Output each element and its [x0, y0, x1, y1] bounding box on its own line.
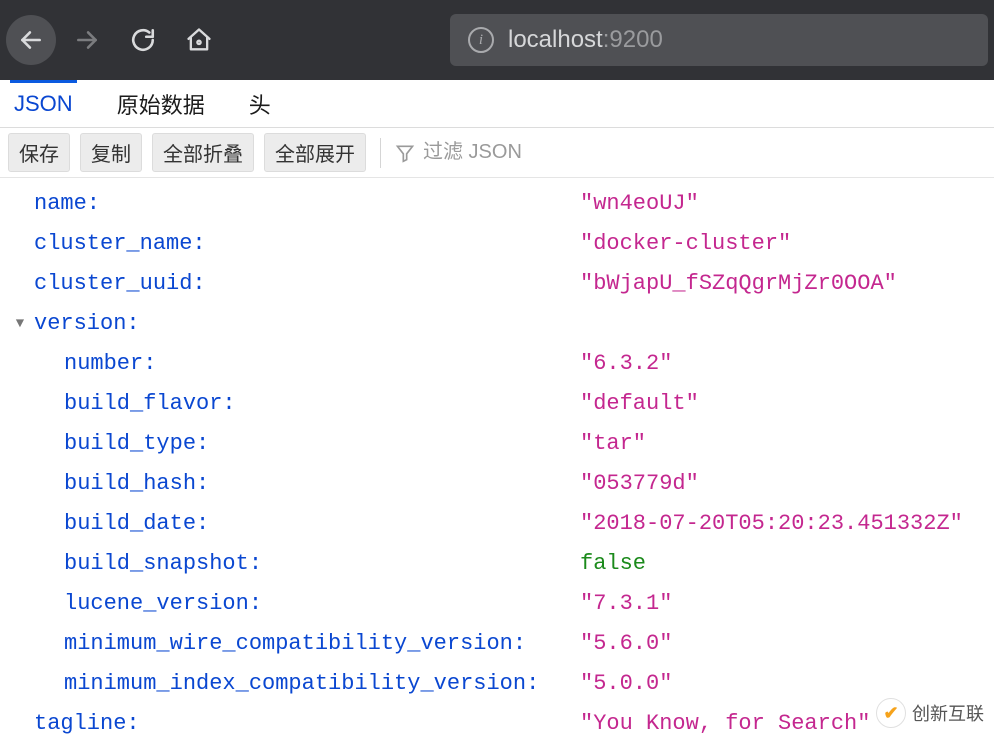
- collapse-all-button[interactable]: 全部折叠: [152, 133, 254, 172]
- filter-box: [395, 141, 643, 164]
- json-value: "5.6.0": [580, 624, 672, 664]
- url-host: localhost: [508, 26, 603, 53]
- json-value: false: [580, 544, 646, 584]
- json-value: "default": [580, 384, 699, 424]
- json-key: name:: [34, 184, 580, 224]
- json-row[interactable]: build_snapshot:false: [6, 544, 994, 584]
- json-key: lucene_version:: [64, 584, 580, 624]
- forward-button[interactable]: [62, 15, 112, 65]
- json-row[interactable]: ▼version:: [6, 304, 994, 344]
- filter-icon: [395, 143, 415, 163]
- tab-raw[interactable]: 原始数据: [113, 80, 209, 127]
- json-key: build_hash:: [64, 464, 580, 504]
- expand-caret-icon[interactable]: ▼: [6, 304, 34, 344]
- json-row[interactable]: build_type:"tar": [6, 424, 994, 464]
- viewer-toolbar: 保存 复制 全部折叠 全部展开: [0, 128, 994, 178]
- expand-caret-icon: [6, 424, 34, 464]
- json-key: build_date:: [64, 504, 580, 544]
- json-value: "tar": [580, 424, 646, 464]
- json-row[interactable]: build_hash:"053779d": [6, 464, 994, 504]
- json-value: "bWjapU_fSZqQgrMjZr0OOA": [580, 264, 897, 304]
- expand-caret-icon: [6, 504, 34, 544]
- watermark: ✔ 创新互联: [876, 698, 984, 728]
- expand-caret-icon: [6, 664, 34, 704]
- watermark-text: 创新互联: [912, 700, 984, 726]
- json-value: "docker-cluster": [580, 224, 791, 264]
- expand-caret-icon: [6, 384, 34, 424]
- json-key: minimum_index_compatibility_version:: [64, 664, 580, 704]
- copy-button[interactable]: 复制: [80, 133, 142, 172]
- json-key: minimum_wire_compatibility_version:: [64, 624, 580, 664]
- json-key: number:: [64, 344, 580, 384]
- toolbar-divider: [380, 138, 381, 168]
- json-key: cluster_name:: [34, 224, 580, 264]
- json-key: build_type:: [64, 424, 580, 464]
- expand-caret-icon: [6, 704, 34, 736]
- json-value: "053779d": [580, 464, 699, 504]
- save-button[interactable]: 保存: [8, 133, 70, 172]
- expand-caret-icon: [6, 464, 34, 504]
- json-value: "7.3.1": [580, 584, 672, 624]
- json-row[interactable]: minimum_wire_compatibility_version:"5.6.…: [6, 624, 994, 664]
- json-row[interactable]: cluster_name:"docker-cluster": [6, 224, 994, 264]
- json-row[interactable]: cluster_uuid:"bWjapU_fSZqQgrMjZr0OOA": [6, 264, 994, 304]
- expand-caret-icon: [6, 344, 34, 384]
- site-info-icon[interactable]: i: [468, 27, 494, 53]
- expand-caret-icon: [6, 264, 34, 304]
- tab-json[interactable]: JSON: [10, 80, 77, 127]
- json-key: tagline:: [34, 704, 580, 736]
- expand-caret-icon: [6, 624, 34, 664]
- watermark-icon: ✔: [876, 698, 906, 728]
- url-bar[interactable]: i localhost:9200: [450, 14, 988, 66]
- reload-button[interactable]: [118, 15, 168, 65]
- json-row[interactable]: lucene_version:"7.3.1": [6, 584, 994, 624]
- home-button[interactable]: [174, 15, 224, 65]
- viewer-tabs: JSON 原始数据 头: [0, 80, 994, 128]
- url-port: :9200: [603, 26, 663, 53]
- json-row[interactable]: build_flavor:"default": [6, 384, 994, 424]
- json-value: "5.0.0": [580, 664, 672, 704]
- expand-caret-icon: [6, 544, 34, 584]
- json-row[interactable]: tagline:"You Know, for Search": [6, 704, 994, 736]
- json-viewer: name:"wn4eoUJ"cluster_name:"docker-clust…: [0, 178, 994, 736]
- json-row[interactable]: name:"wn4eoUJ": [6, 184, 994, 224]
- json-row[interactable]: number:"6.3.2": [6, 344, 994, 384]
- json-key: build_snapshot:: [64, 544, 580, 584]
- expand-caret-icon: [6, 584, 34, 624]
- json-key: cluster_uuid:: [34, 264, 580, 304]
- tab-headers[interactable]: 头: [245, 80, 275, 127]
- filter-input[interactable]: [423, 141, 643, 164]
- json-value: "6.3.2": [580, 344, 672, 384]
- json-row[interactable]: build_date:"2018-07-20T05:20:23.451332Z": [6, 504, 994, 544]
- json-key: version:: [34, 304, 580, 344]
- expand-caret-icon: [6, 224, 34, 264]
- expand-all-button[interactable]: 全部展开: [264, 133, 366, 172]
- browser-chrome: i localhost:9200: [0, 0, 994, 80]
- json-value: "2018-07-20T05:20:23.451332Z": [580, 504, 963, 544]
- expand-caret-icon: [6, 184, 34, 224]
- json-key: build_flavor:: [64, 384, 580, 424]
- json-value: "wn4eoUJ": [580, 184, 699, 224]
- back-button[interactable]: [6, 15, 56, 65]
- json-row[interactable]: minimum_index_compatibility_version:"5.0…: [6, 664, 994, 704]
- json-value: "You Know, for Search": [580, 704, 870, 736]
